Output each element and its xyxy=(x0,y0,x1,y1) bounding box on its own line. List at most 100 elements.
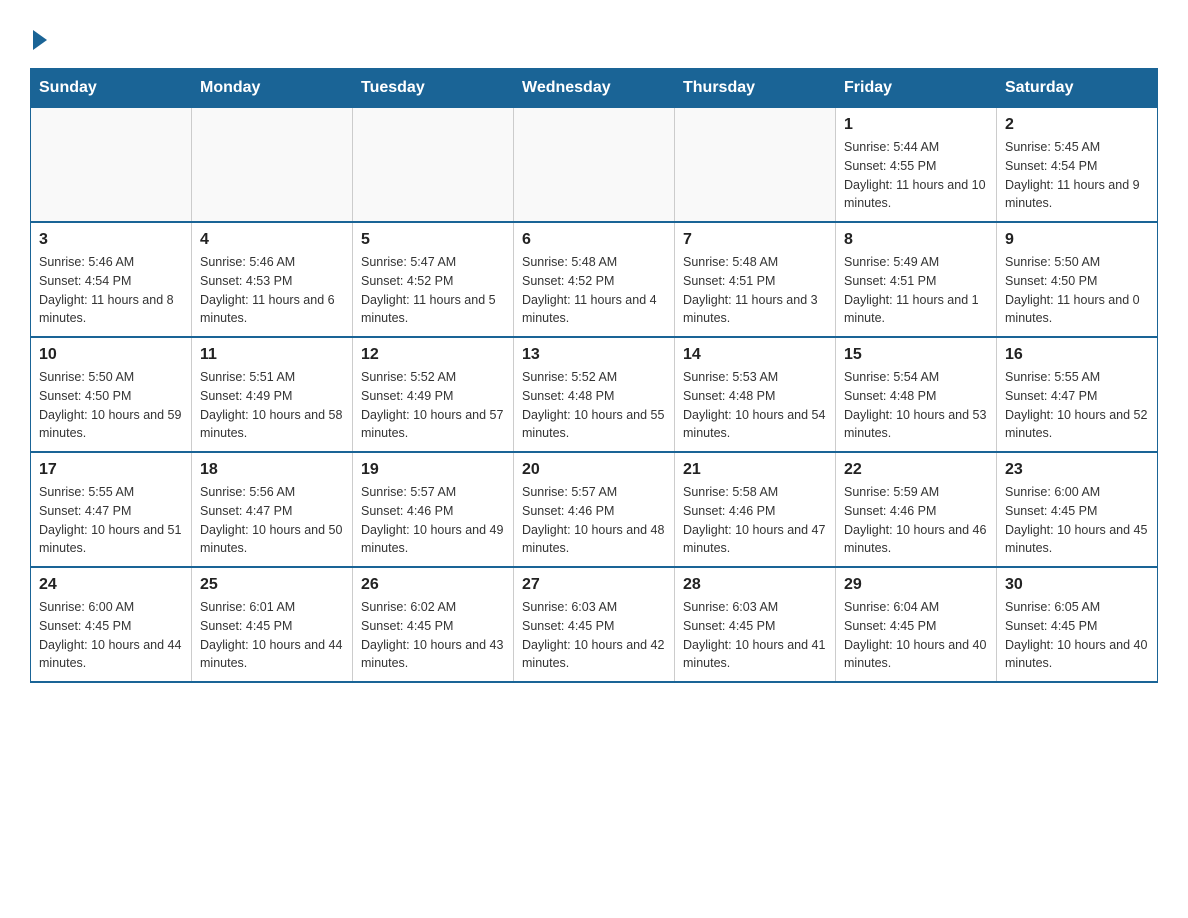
calendar-cell: 15Sunrise: 5:54 AM Sunset: 4:48 PM Dayli… xyxy=(836,337,997,452)
day-number: 16 xyxy=(1005,346,1149,364)
day-number: 3 xyxy=(39,231,183,249)
day-number: 6 xyxy=(522,231,666,249)
day-number: 11 xyxy=(200,346,344,364)
logo xyxy=(30,30,47,48)
calendar-cell xyxy=(192,108,353,223)
day-number: 30 xyxy=(1005,576,1149,594)
calendar-cell xyxy=(353,108,514,223)
day-info: Sunrise: 6:04 AM Sunset: 4:45 PM Dayligh… xyxy=(844,598,988,673)
calendar-week-row: 24 Sunrise: 6:00 AM Sunset: 4:45 PM Dayli… xyxy=(31,567,1158,682)
day-info: Sunrise: 5:51 AM Sunset: 4:49 PM Dayligh… xyxy=(200,368,344,443)
day-number: 2 xyxy=(1005,116,1149,134)
day-info: Sunrise: 6:01 AM Sunset: 4:45 PM Dayligh… xyxy=(200,598,344,673)
weekday-header-tuesday: Tuesday xyxy=(353,69,514,108)
calendar-cell xyxy=(514,108,675,223)
calendar-cell: 10 Sunrise: 5:50 AM Sunset: 4:50 PM Dayli… xyxy=(31,337,192,452)
logo-triangle-icon xyxy=(33,30,47,50)
day-number: 9 xyxy=(1005,231,1149,249)
calendar-week-row: 10 Sunrise: 5:50 AM Sunset: 4:50 PM Dayli… xyxy=(31,337,1158,452)
calendar-cell: 26 Sunrise: 6:02 AM Sunset: 4:45 PM Dayli… xyxy=(353,567,514,682)
day-number: 23 xyxy=(1005,461,1149,479)
day-number: 19 xyxy=(361,461,505,479)
day-number: 17 xyxy=(39,461,183,479)
day-info: Sunrise: 5:49 AM Sunset: 4:51 PM Dayligh… xyxy=(844,253,988,328)
day-number: 28 xyxy=(683,576,827,594)
calendar-cell: 28 Sunrise: 6:03 AM Sunset: 4:45 PM Dayli… xyxy=(675,567,836,682)
day-info: Sunrise: 5:46 AM Sunset: 4:53 PM Dayligh… xyxy=(200,253,344,328)
day-info: Sunrise: 5:48 AM Sunset: 4:52 PM Dayligh… xyxy=(522,253,666,328)
day-number: 4 xyxy=(200,231,344,249)
weekday-header-row: SundayMondayTuesdayWednesdayThursdayFrid… xyxy=(31,69,1158,108)
day-info: Sunrise: 5:46 AM Sunset: 4:54 PM Dayligh… xyxy=(39,253,183,328)
day-info: Sunrise: 5:44 AM Sunset: 4:55 PM Dayligh… xyxy=(844,138,988,213)
day-number: 20 xyxy=(522,461,666,479)
calendar-cell: 17Sunrise: 5:55 AM Sunset: 4:47 PM Dayli… xyxy=(31,452,192,567)
calendar-cell: 13 Sunrise: 5:52 AM Sunset: 4:48 PM Dayli… xyxy=(514,337,675,452)
day-info: Sunrise: 5:58 AM Sunset: 4:46 PM Dayligh… xyxy=(683,483,827,558)
calendar-cell xyxy=(31,108,192,223)
day-number: 22 xyxy=(844,461,988,479)
day-number: 18 xyxy=(200,461,344,479)
day-number: 21 xyxy=(683,461,827,479)
day-info: Sunrise: 5:52 AM Sunset: 4:48 PM Dayligh… xyxy=(522,368,666,443)
calendar-cell: 7 Sunrise: 5:48 AM Sunset: 4:51 PM Daylig… xyxy=(675,222,836,337)
calendar-cell: 14 Sunrise: 5:53 AM Sunset: 4:48 PM Dayli… xyxy=(675,337,836,452)
day-number: 8 xyxy=(844,231,988,249)
day-number: 5 xyxy=(361,231,505,249)
day-number: 13 xyxy=(522,346,666,364)
day-info: Sunrise: 5:53 AM Sunset: 4:48 PM Dayligh… xyxy=(683,368,827,443)
day-info: Sunrise: 6:00 AM Sunset: 4:45 PM Dayligh… xyxy=(39,598,183,673)
day-number: 14 xyxy=(683,346,827,364)
weekday-header-monday: Monday xyxy=(192,69,353,108)
day-number: 10 xyxy=(39,346,183,364)
day-info: Sunrise: 5:57 AM Sunset: 4:46 PM Dayligh… xyxy=(361,483,505,558)
calendar-cell: 16 Sunrise: 5:55 AM Sunset: 4:47 PM Dayli… xyxy=(997,337,1158,452)
calendar-cell: 5 Sunrise: 5:47 AM Sunset: 4:52 PM Daylig… xyxy=(353,222,514,337)
day-info: Sunrise: 6:00 AM Sunset: 4:45 PM Dayligh… xyxy=(1005,483,1149,558)
weekday-header-friday: Friday xyxy=(836,69,997,108)
weekday-header-wednesday: Wednesday xyxy=(514,69,675,108)
calendar-week-row: 1 Sunrise: 5:44 AM Sunset: 4:55 PM Daylig… xyxy=(31,108,1158,223)
calendar-cell: 18Sunrise: 5:56 AM Sunset: 4:47 PM Dayli… xyxy=(192,452,353,567)
day-number: 15 xyxy=(844,346,988,364)
day-info: Sunrise: 5:48 AM Sunset: 4:51 PM Dayligh… xyxy=(683,253,827,328)
calendar-week-row: 3 Sunrise: 5:46 AM Sunset: 4:54 PM Daylig… xyxy=(31,222,1158,337)
day-info: Sunrise: 5:47 AM Sunset: 4:52 PM Dayligh… xyxy=(361,253,505,328)
day-info: Sunrise: 5:45 AM Sunset: 4:54 PM Dayligh… xyxy=(1005,138,1149,213)
calendar-cell: 25 Sunrise: 6:01 AM Sunset: 4:45 PM Dayli… xyxy=(192,567,353,682)
day-info: Sunrise: 5:50 AM Sunset: 4:50 PM Dayligh… xyxy=(39,368,183,443)
calendar-cell: 19 Sunrise: 5:57 AM Sunset: 4:46 PM Dayli… xyxy=(353,452,514,567)
calendar-cell: 20Sunrise: 5:57 AM Sunset: 4:46 PM Dayli… xyxy=(514,452,675,567)
page-header xyxy=(30,20,1158,48)
day-number: 25 xyxy=(200,576,344,594)
calendar-cell: 27 Sunrise: 6:03 AM Sunset: 4:45 PM Dayli… xyxy=(514,567,675,682)
day-info: Sunrise: 6:02 AM Sunset: 4:45 PM Dayligh… xyxy=(361,598,505,673)
calendar-cell: 22 Sunrise: 5:59 AM Sunset: 4:46 PM Dayli… xyxy=(836,452,997,567)
calendar-cell: 8 Sunrise: 5:49 AM Sunset: 4:51 PM Daylig… xyxy=(836,222,997,337)
weekday-header-thursday: Thursday xyxy=(675,69,836,108)
day-info: Sunrise: 6:03 AM Sunset: 4:45 PM Dayligh… xyxy=(683,598,827,673)
day-info: Sunrise: 6:05 AM Sunset: 4:45 PM Dayligh… xyxy=(1005,598,1149,673)
calendar-table: SundayMondayTuesdayWednesdayThursdayFrid… xyxy=(30,68,1158,683)
calendar-cell: 21 Sunrise: 5:58 AM Sunset: 4:46 PM Dayli… xyxy=(675,452,836,567)
day-number: 1 xyxy=(844,116,988,134)
day-info: Sunrise: 5:59 AM Sunset: 4:46 PM Dayligh… xyxy=(844,483,988,558)
day-info: Sunrise: 5:55 AM Sunset: 4:47 PM Dayligh… xyxy=(1005,368,1149,443)
calendar-cell: 6 Sunrise: 5:48 AM Sunset: 4:52 PM Daylig… xyxy=(514,222,675,337)
calendar-cell: 9Sunrise: 5:50 AM Sunset: 4:50 PM Daylig… xyxy=(997,222,1158,337)
calendar-cell: 12 Sunrise: 5:52 AM Sunset: 4:49 PM Dayli… xyxy=(353,337,514,452)
calendar-cell: 30 Sunrise: 6:05 AM Sunset: 4:45 PM Dayli… xyxy=(997,567,1158,682)
day-number: 27 xyxy=(522,576,666,594)
calendar-cell: 2 Sunrise: 5:45 AM Sunset: 4:54 PM Daylig… xyxy=(997,108,1158,223)
calendar-cell xyxy=(675,108,836,223)
day-info: Sunrise: 5:52 AM Sunset: 4:49 PM Dayligh… xyxy=(361,368,505,443)
calendar-cell: 29Sunrise: 6:04 AM Sunset: 4:45 PM Dayli… xyxy=(836,567,997,682)
day-number: 26 xyxy=(361,576,505,594)
day-info: Sunrise: 6:03 AM Sunset: 4:45 PM Dayligh… xyxy=(522,598,666,673)
day-number: 24 xyxy=(39,576,183,594)
day-number: 12 xyxy=(361,346,505,364)
day-number: 7 xyxy=(683,231,827,249)
calendar-cell: 23 Sunrise: 6:00 AM Sunset: 4:45 PM Dayli… xyxy=(997,452,1158,567)
weekday-header-saturday: Saturday xyxy=(997,69,1158,108)
calendar-cell: 3 Sunrise: 5:46 AM Sunset: 4:54 PM Daylig… xyxy=(31,222,192,337)
